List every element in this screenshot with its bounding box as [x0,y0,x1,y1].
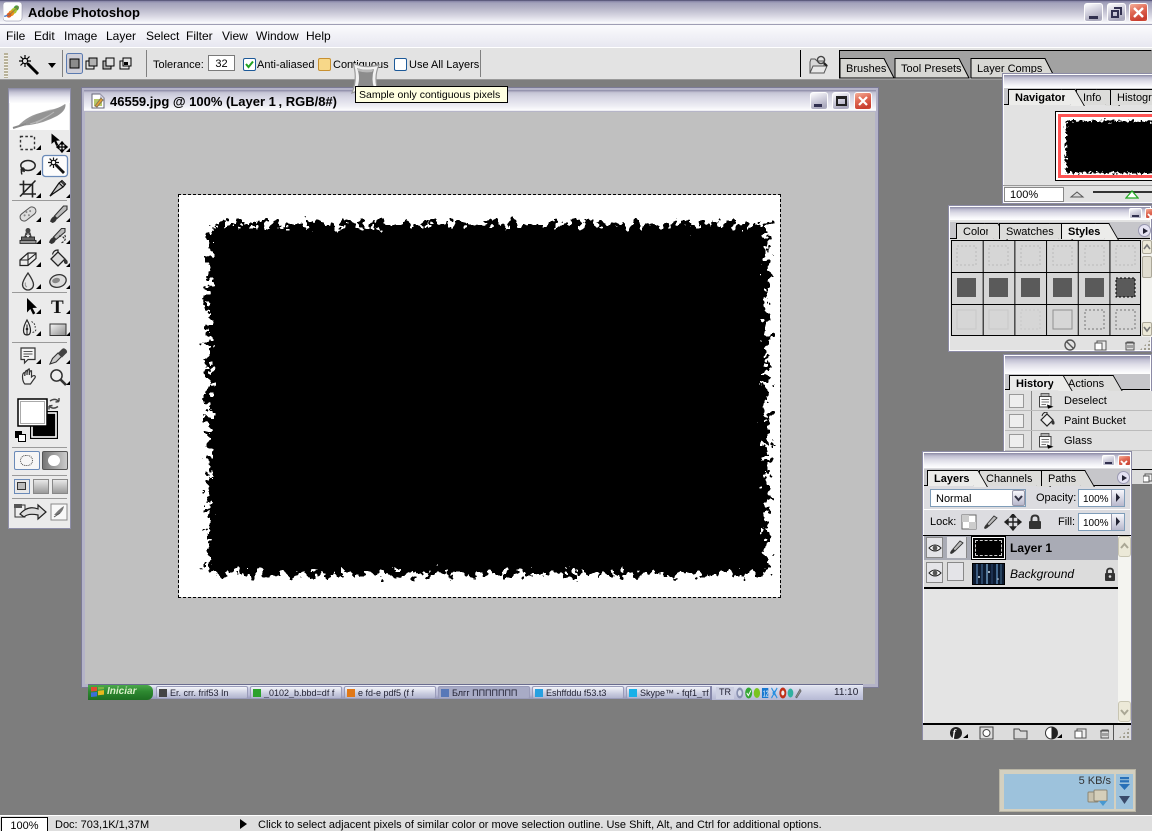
svg-text:Brushes: Brushes [846,63,887,75]
svg-text:T: T [51,297,64,318]
svg-text:12: 12 [763,691,769,699]
svg-text:Tool Presets: Tool Presets [901,63,962,75]
